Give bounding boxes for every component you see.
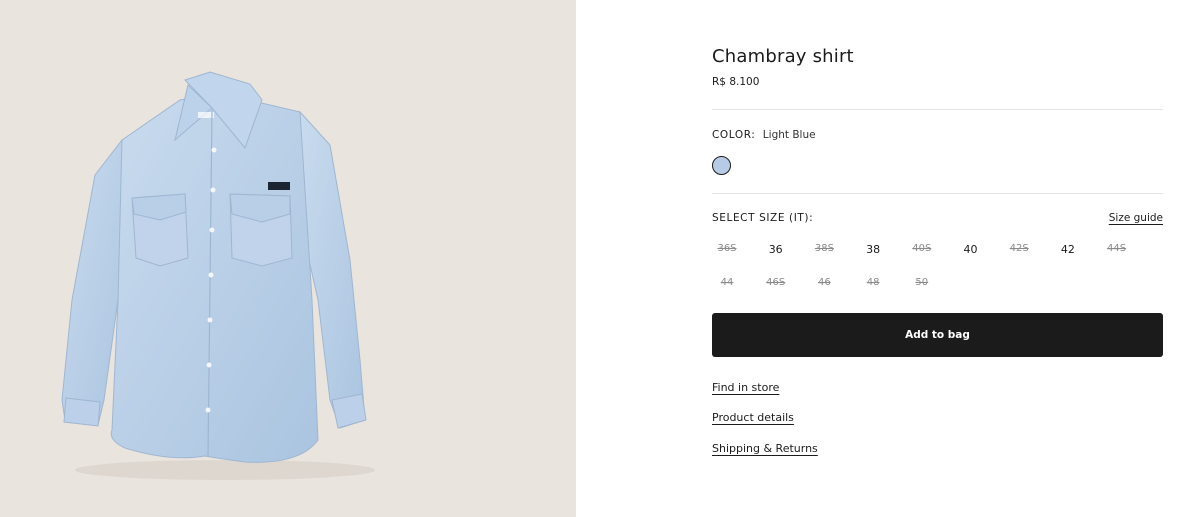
size-option-46s[interactable]: 46S xyxy=(761,277,791,288)
product-title: Chambray shirt xyxy=(712,46,854,67)
size-option-44s[interactable]: 44S xyxy=(1102,243,1132,254)
size-option-46[interactable]: 46 xyxy=(809,277,839,288)
find-in-store-link[interactable]: Find in store xyxy=(712,381,779,394)
size-option-50[interactable]: 50 xyxy=(907,277,937,288)
color-value: Light Blue xyxy=(762,129,816,141)
size-option-36s[interactable]: 36S xyxy=(712,243,742,254)
product-price: R$ 8.100 xyxy=(712,76,760,88)
color-row: COLOR: Light Blue xyxy=(712,129,816,141)
product-gallery xyxy=(0,0,576,517)
size-label: SELECT SIZE (IT): xyxy=(712,212,814,224)
size-option-36[interactable]: 36 xyxy=(761,243,791,256)
size-option-40[interactable]: 40 xyxy=(956,243,986,256)
product-details-link[interactable]: Product details xyxy=(712,411,794,424)
size-option-44[interactable]: 44 xyxy=(712,277,742,288)
divider xyxy=(712,109,1163,110)
size-option-38s[interactable]: 38S xyxy=(809,243,839,254)
divider xyxy=(712,193,1163,194)
product-image xyxy=(61,71,375,480)
color-swatch-light-blue[interactable] xyxy=(712,156,731,175)
shipping-returns-link[interactable]: Shipping & Returns xyxy=(712,442,818,455)
size-option-40s[interactable]: 40S xyxy=(907,243,937,254)
size-option-48[interactable]: 48 xyxy=(858,277,888,288)
color-label: COLOR: xyxy=(712,129,756,141)
size-guide-link[interactable]: Size guide xyxy=(1109,212,1163,224)
size-option-38[interactable]: 38 xyxy=(858,243,888,256)
size-option-42[interactable]: 42 xyxy=(1053,243,1083,256)
add-to-bag-button[interactable]: Add to bag xyxy=(712,313,1163,357)
size-option-42s[interactable]: 42S xyxy=(1004,243,1034,254)
